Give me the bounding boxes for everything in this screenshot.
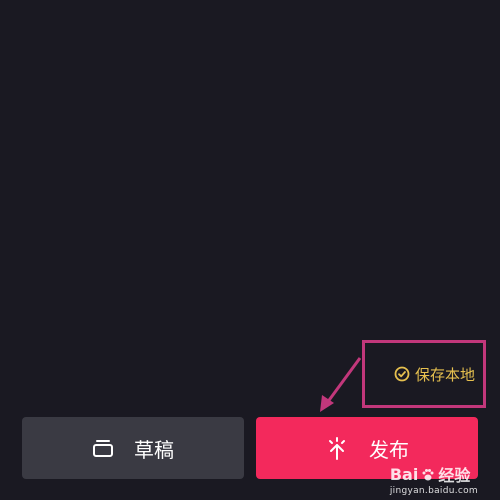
publish-upload-icon: [325, 435, 349, 461]
publish-label: 发布: [369, 437, 409, 462]
watermark-brand: Bai: [389, 464, 419, 484]
watermark-suffix: 经验: [438, 466, 471, 485]
save-local-label: 保存本地: [414, 365, 475, 384]
draft-box-icon: [92, 438, 114, 458]
video-publish-screen: 保存本地 草稿 发布 Bai 经验 jingyan.baidu.com: [0, 0, 500, 500]
draft-button[interactable]: 草稿: [22, 417, 244, 479]
baidu-jingyan-watermark: Bai 经验 jingyan.baidu.com: [389, 462, 478, 497]
check-circle-icon: [394, 366, 410, 382]
save-local-button[interactable]: 保存本地: [362, 340, 486, 408]
draft-label: 草稿: [134, 437, 174, 462]
watermark-url: jingyan.baidu.com: [389, 486, 478, 496]
paw-icon: [421, 467, 435, 481]
